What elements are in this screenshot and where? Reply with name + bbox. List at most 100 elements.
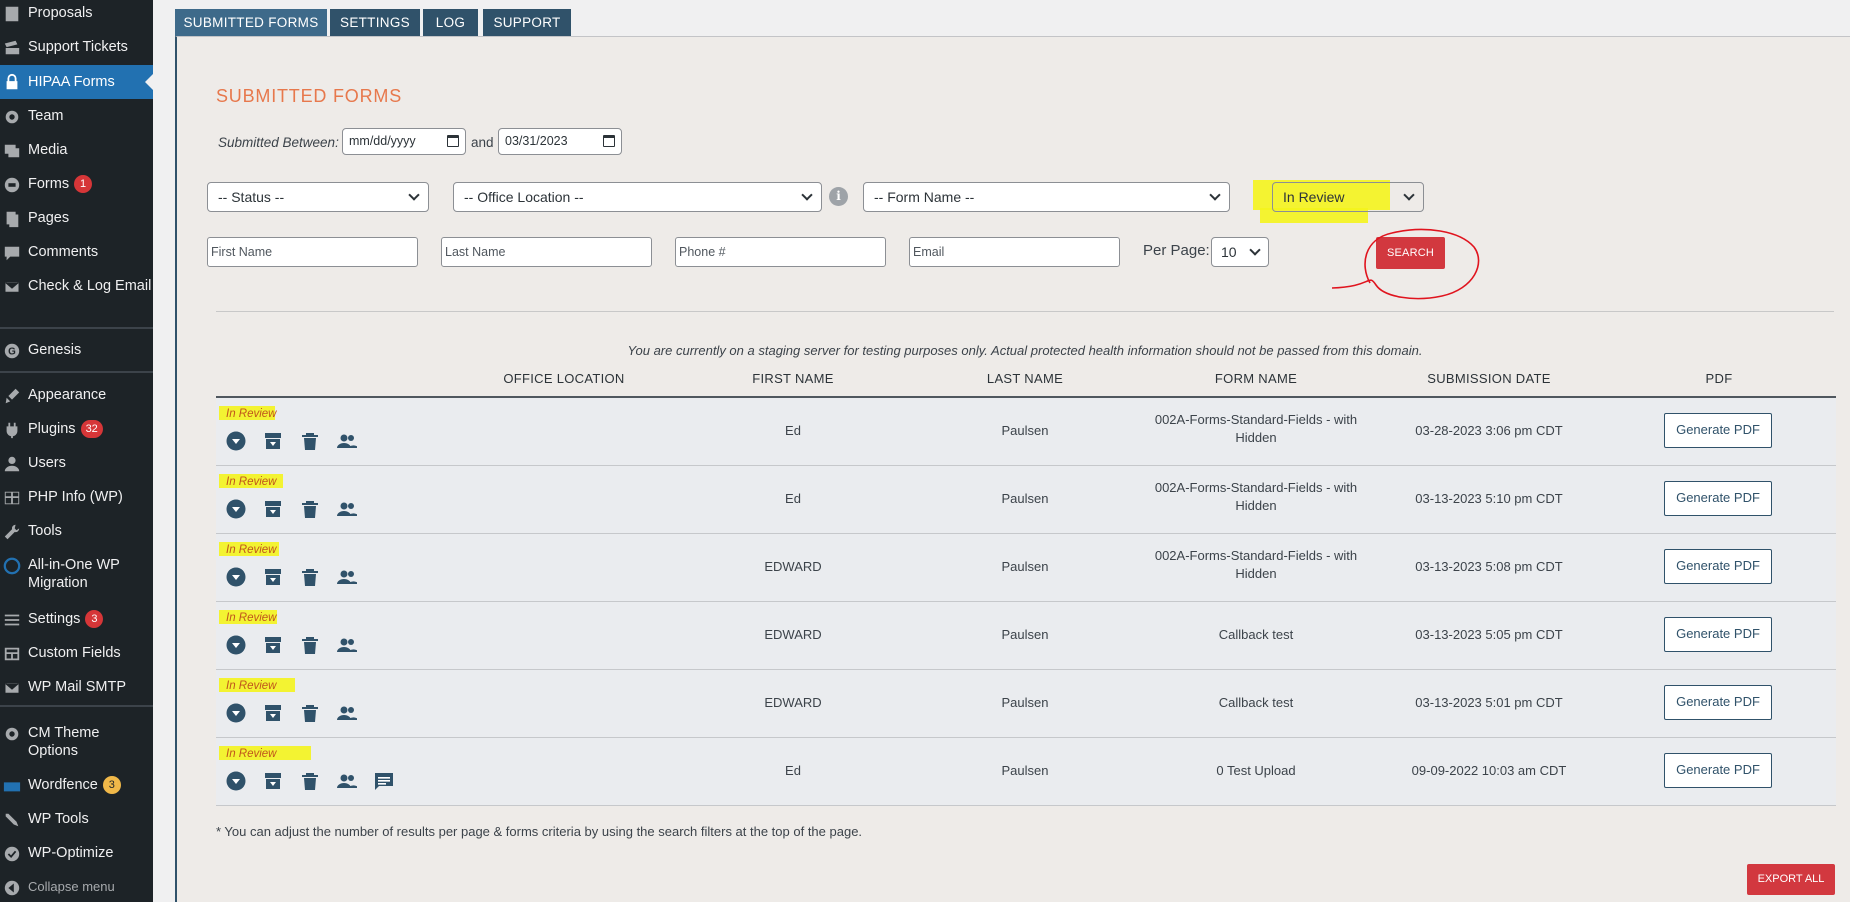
users-icon[interactable] xyxy=(337,771,358,791)
expand-icon[interactable] xyxy=(226,771,246,791)
first-name-cell: EDWARD xyxy=(764,627,822,642)
status-label: In Review xyxy=(226,680,277,692)
sidebar-item-team[interactable]: Team xyxy=(0,107,153,127)
users-icon[interactable] xyxy=(337,431,358,451)
archive-icon[interactable] xyxy=(263,703,283,723)
sidebar-item-cm-theme-options[interactable]: CM Theme Options xyxy=(0,724,153,760)
users-icon[interactable] xyxy=(337,567,358,587)
divider xyxy=(216,311,1834,312)
submitted-between-label: Submitted Between: xyxy=(218,135,339,150)
trash-icon[interactable] xyxy=(300,771,320,791)
tab-log[interactable]: LOG xyxy=(423,9,478,36)
date-from-input[interactable]: mm/dd/yyyy xyxy=(342,128,466,155)
generate-pdf-button[interactable]: Generate PDF xyxy=(1664,617,1772,652)
export-all-button[interactable]: EXPORT ALL xyxy=(1747,864,1835,895)
sidebar-item-settings[interactable]: Settings 3 xyxy=(0,610,153,630)
calendar-icon[interactable] xyxy=(447,135,459,147)
table-icon xyxy=(2,488,22,508)
calendar-icon[interactable] xyxy=(603,135,615,147)
generate-pdf-button[interactable]: Generate PDF xyxy=(1664,481,1772,516)
media-icon xyxy=(2,141,22,161)
email-input[interactable]: Email xyxy=(909,237,1120,267)
tab-settings[interactable]: SETTINGS xyxy=(330,9,420,36)
sidebar-item-comments[interactable]: Comments xyxy=(0,243,153,263)
trash-icon[interactable] xyxy=(300,499,320,519)
sidebar-item-php-info[interactable]: PHP Info (WP) xyxy=(0,488,153,508)
submission-date-cell: 03-13-2023 5:10 pm CDT xyxy=(1415,491,1563,506)
expand-icon[interactable] xyxy=(226,499,246,519)
sidebar-item-genesis[interactable]: G Genesis xyxy=(0,341,153,361)
archive-icon[interactable] xyxy=(263,771,283,791)
document-icon xyxy=(2,4,22,24)
status-select[interactable]: -- Status -- xyxy=(207,182,429,212)
tab-support[interactable]: SUPPORT xyxy=(483,9,571,36)
first-name-input[interactable]: First Name xyxy=(207,237,418,267)
per-page-select[interactable]: 10 xyxy=(1211,237,1269,267)
table-row: In Review Ed Paulsen 0 Test Upload 09-09-202… xyxy=(216,738,1836,806)
sidebar-item-pages[interactable]: Pages xyxy=(0,209,153,229)
archive-icon[interactable] xyxy=(263,499,283,519)
trash-icon[interactable] xyxy=(300,635,320,655)
sidebar-item-hipaa-forms[interactable]: HIPAA Forms xyxy=(0,65,153,99)
trash-icon[interactable] xyxy=(300,703,320,723)
archive-icon[interactable] xyxy=(263,567,283,587)
trash-icon[interactable] xyxy=(300,567,320,587)
sidebar-item-support-tickets[interactable]: Support Tickets xyxy=(0,38,153,58)
review-status-select[interactable]: In Review xyxy=(1272,182,1424,212)
generate-pdf-button[interactable]: Generate PDF xyxy=(1664,549,1772,584)
generate-pdf-button[interactable]: Generate PDF xyxy=(1664,413,1772,448)
sidebar-item-users[interactable]: Users xyxy=(0,454,153,474)
archive-icon[interactable] xyxy=(263,431,283,451)
generate-pdf-button[interactable]: Generate PDF xyxy=(1664,753,1772,788)
wrench-icon xyxy=(2,522,22,542)
expand-icon[interactable] xyxy=(226,703,246,723)
form-name-select[interactable]: -- Form Name -- xyxy=(863,182,1230,212)
migration-icon xyxy=(2,556,22,576)
sidebar-item-forms[interactable]: Forms 1 xyxy=(0,175,153,195)
sidebar-item-custom-fields[interactable]: Custom Fields xyxy=(0,644,153,664)
per-page-label: Per Page: xyxy=(1143,242,1210,259)
sidebar-item-media[interactable]: Media xyxy=(0,141,153,161)
submission-date-cell: 03-13-2023 5:08 pm CDT xyxy=(1415,559,1563,574)
last-name-input[interactable]: Last Name xyxy=(441,237,652,267)
menu-separator xyxy=(0,371,153,373)
red-circle-annotation xyxy=(1331,228,1480,300)
collapse-menu-button[interactable]: Collapse menu xyxy=(0,878,153,898)
sidebar-item-appearance[interactable]: Appearance xyxy=(0,386,153,406)
column-header-pdf: PDF xyxy=(1705,371,1733,386)
brush-icon xyxy=(2,386,22,406)
forms-badge: 1 xyxy=(74,175,93,193)
users-icon[interactable] xyxy=(337,635,358,655)
users-icon[interactable] xyxy=(337,499,358,519)
email-icon xyxy=(2,277,22,297)
users-icon[interactable] xyxy=(337,703,358,723)
chevron-down-icon xyxy=(1249,244,1261,256)
sidebar-item-wp-tools[interactable]: WP Tools xyxy=(0,810,153,830)
trash-icon[interactable] xyxy=(300,431,320,451)
tab-submitted-forms[interactable]: SUBMITTED FORMS xyxy=(175,9,327,36)
expand-icon[interactable] xyxy=(226,635,246,655)
sidebar-item-tools[interactable]: Tools xyxy=(0,522,153,542)
office-location-select[interactable]: -- Office Location -- xyxy=(453,182,822,212)
sidebar-item-wp-mail-smtp[interactable]: WP Mail SMTP xyxy=(0,678,153,698)
sidebar-item-all-in-one-migration[interactable]: All-in-One WP Migration xyxy=(0,556,153,592)
submission-date-cell: 03-28-2023 3:06 pm CDT xyxy=(1415,423,1563,438)
gear-icon xyxy=(2,107,22,127)
first-name-cell: Ed xyxy=(785,491,801,506)
sidebar-item-plugins[interactable]: Plugins 32 xyxy=(0,420,153,440)
archive-icon[interactable] xyxy=(263,635,283,655)
sidebar-item-proposals[interactable]: Proposals xyxy=(0,4,153,24)
sidebar-item-wordfence[interactable]: Wordfence 3 xyxy=(0,776,153,796)
expand-icon[interactable] xyxy=(226,431,246,451)
comment-icon xyxy=(2,243,22,263)
info-icon[interactable]: i xyxy=(829,187,848,206)
date-to-input[interactable]: 03/31/2023 xyxy=(498,128,622,155)
sidebar-item-check-log-email[interactable]: Check & Log Email xyxy=(0,277,153,297)
table-row: In Review Ed Paulsen 002A-Forms-Standard-Fi… xyxy=(216,466,1836,534)
phone-input[interactable]: Phone # xyxy=(675,237,886,267)
note-icon[interactable] xyxy=(374,771,394,791)
genesis-icon: G xyxy=(2,341,22,361)
expand-icon[interactable] xyxy=(226,567,246,587)
generate-pdf-button[interactable]: Generate PDF xyxy=(1664,685,1772,720)
sidebar-item-wp-optimize[interactable]: WP-Optimize xyxy=(0,844,153,864)
